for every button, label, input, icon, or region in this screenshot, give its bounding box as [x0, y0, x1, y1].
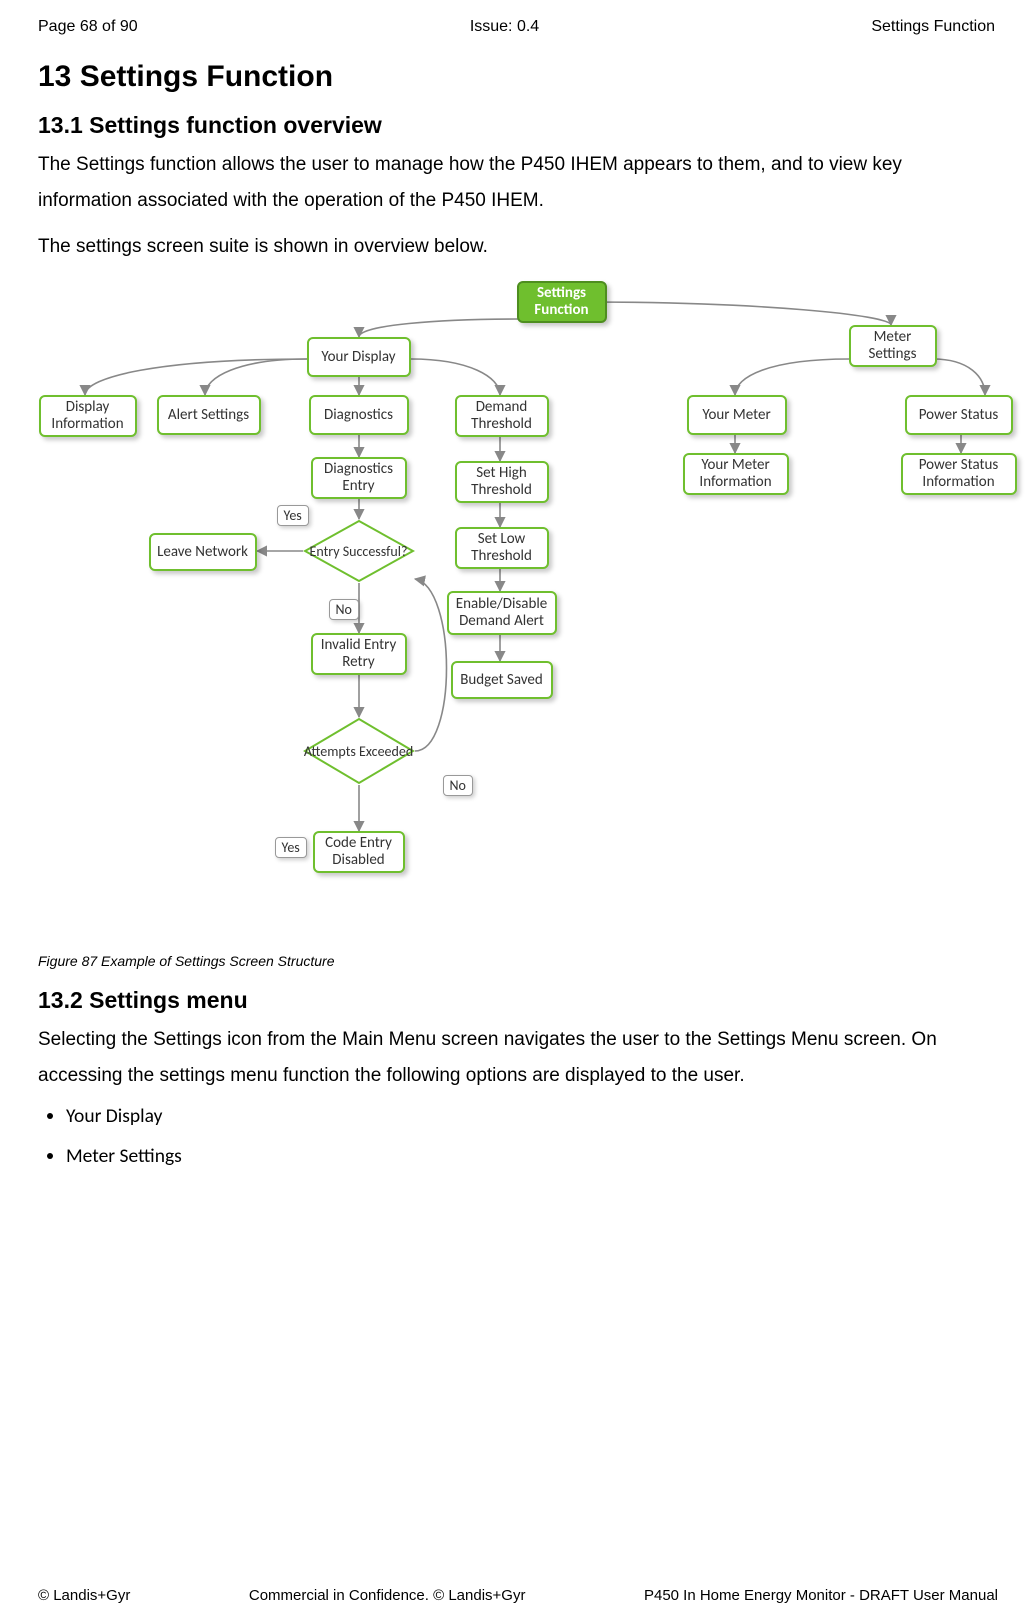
node-diagnostics-entry: Diagnostics Entry: [311, 457, 407, 499]
footer-right: P450 In Home Energy Monitor - DRAFT User…: [644, 1587, 998, 1604]
bullet-list: Your Display Meter Settings: [66, 1104, 995, 1168]
node-set-low-threshold: Set Low Threshold: [455, 527, 549, 569]
decision-label-yes-2: Yes: [275, 837, 307, 858]
paragraph-overview-1: The Settings function allows the user to…: [38, 147, 995, 219]
node-your-meter: Your Meter: [687, 395, 787, 435]
node-power-status: Power Status: [905, 395, 1013, 435]
header-center: Issue: 0.4: [470, 18, 539, 36]
node-meter-settings: Meter Settings: [849, 325, 937, 367]
node-leave-network: Leave Network: [149, 533, 257, 571]
node-power-status-information: Power Status Information: [901, 453, 1017, 495]
node-diagnostics: Diagnostics: [309, 395, 409, 435]
node-budget-saved: Budget Saved: [451, 661, 553, 699]
section-heading: 13 Settings Function: [38, 60, 995, 94]
node-invalid-entry-retry: Invalid Entry Retry: [311, 633, 407, 675]
header-right: Settings Function: [871, 18, 995, 36]
decision-attempts-exceeded: Attempts Exceeded: [303, 717, 415, 785]
decision-label-no-2: No: [443, 775, 473, 796]
node-set-high-threshold: Set High Threshold: [455, 461, 549, 503]
list-item: Meter Settings: [66, 1144, 995, 1168]
decision-entry-successful: Entry Successful?: [303, 519, 415, 583]
paragraph-overview-2: The settings screen suite is shown in ov…: [38, 229, 995, 265]
node-demand-threshold: Demand Threshold: [455, 395, 549, 437]
list-item: Your Display: [66, 1104, 995, 1128]
footer-center: Commercial in Confidence. © Landis+Gyr: [249, 1587, 526, 1604]
footer-left: © Landis+Gyr: [38, 1587, 130, 1604]
node-display-information: Display Information: [39, 395, 137, 437]
header-left: Page 68 of 90: [38, 18, 138, 36]
page-footer: © Landis+Gyr Commercial in Confidence. ©…: [38, 1587, 998, 1604]
subsection-heading-overview: 13.1 Settings function overview: [38, 112, 995, 139]
decision-label-no-1: No: [329, 599, 359, 620]
subsection-heading-menu: 13.2 Settings menu: [38, 987, 995, 1014]
node-your-meter-information: Your Meter Information: [683, 453, 789, 495]
node-your-display: Your Display: [307, 337, 411, 377]
figure-caption: Figure 87 Example of Settings Screen Str…: [38, 953, 995, 969]
page-header: Page 68 of 90 Issue: 0.4 Settings Functi…: [38, 18, 995, 36]
node-alert-settings: Alert Settings: [157, 395, 261, 435]
node-enable-disable-demand-alert: Enable/Disable Demand Alert: [447, 591, 557, 635]
settings-flow-diagram: Settings Function Your Display Meter Set…: [39, 277, 995, 947]
node-settings-function: Settings Function: [517, 281, 607, 323]
node-code-entry-disabled: Code Entry Disabled: [313, 831, 405, 873]
paragraph-menu: Selecting the Settings icon from the Mai…: [38, 1022, 995, 1094]
